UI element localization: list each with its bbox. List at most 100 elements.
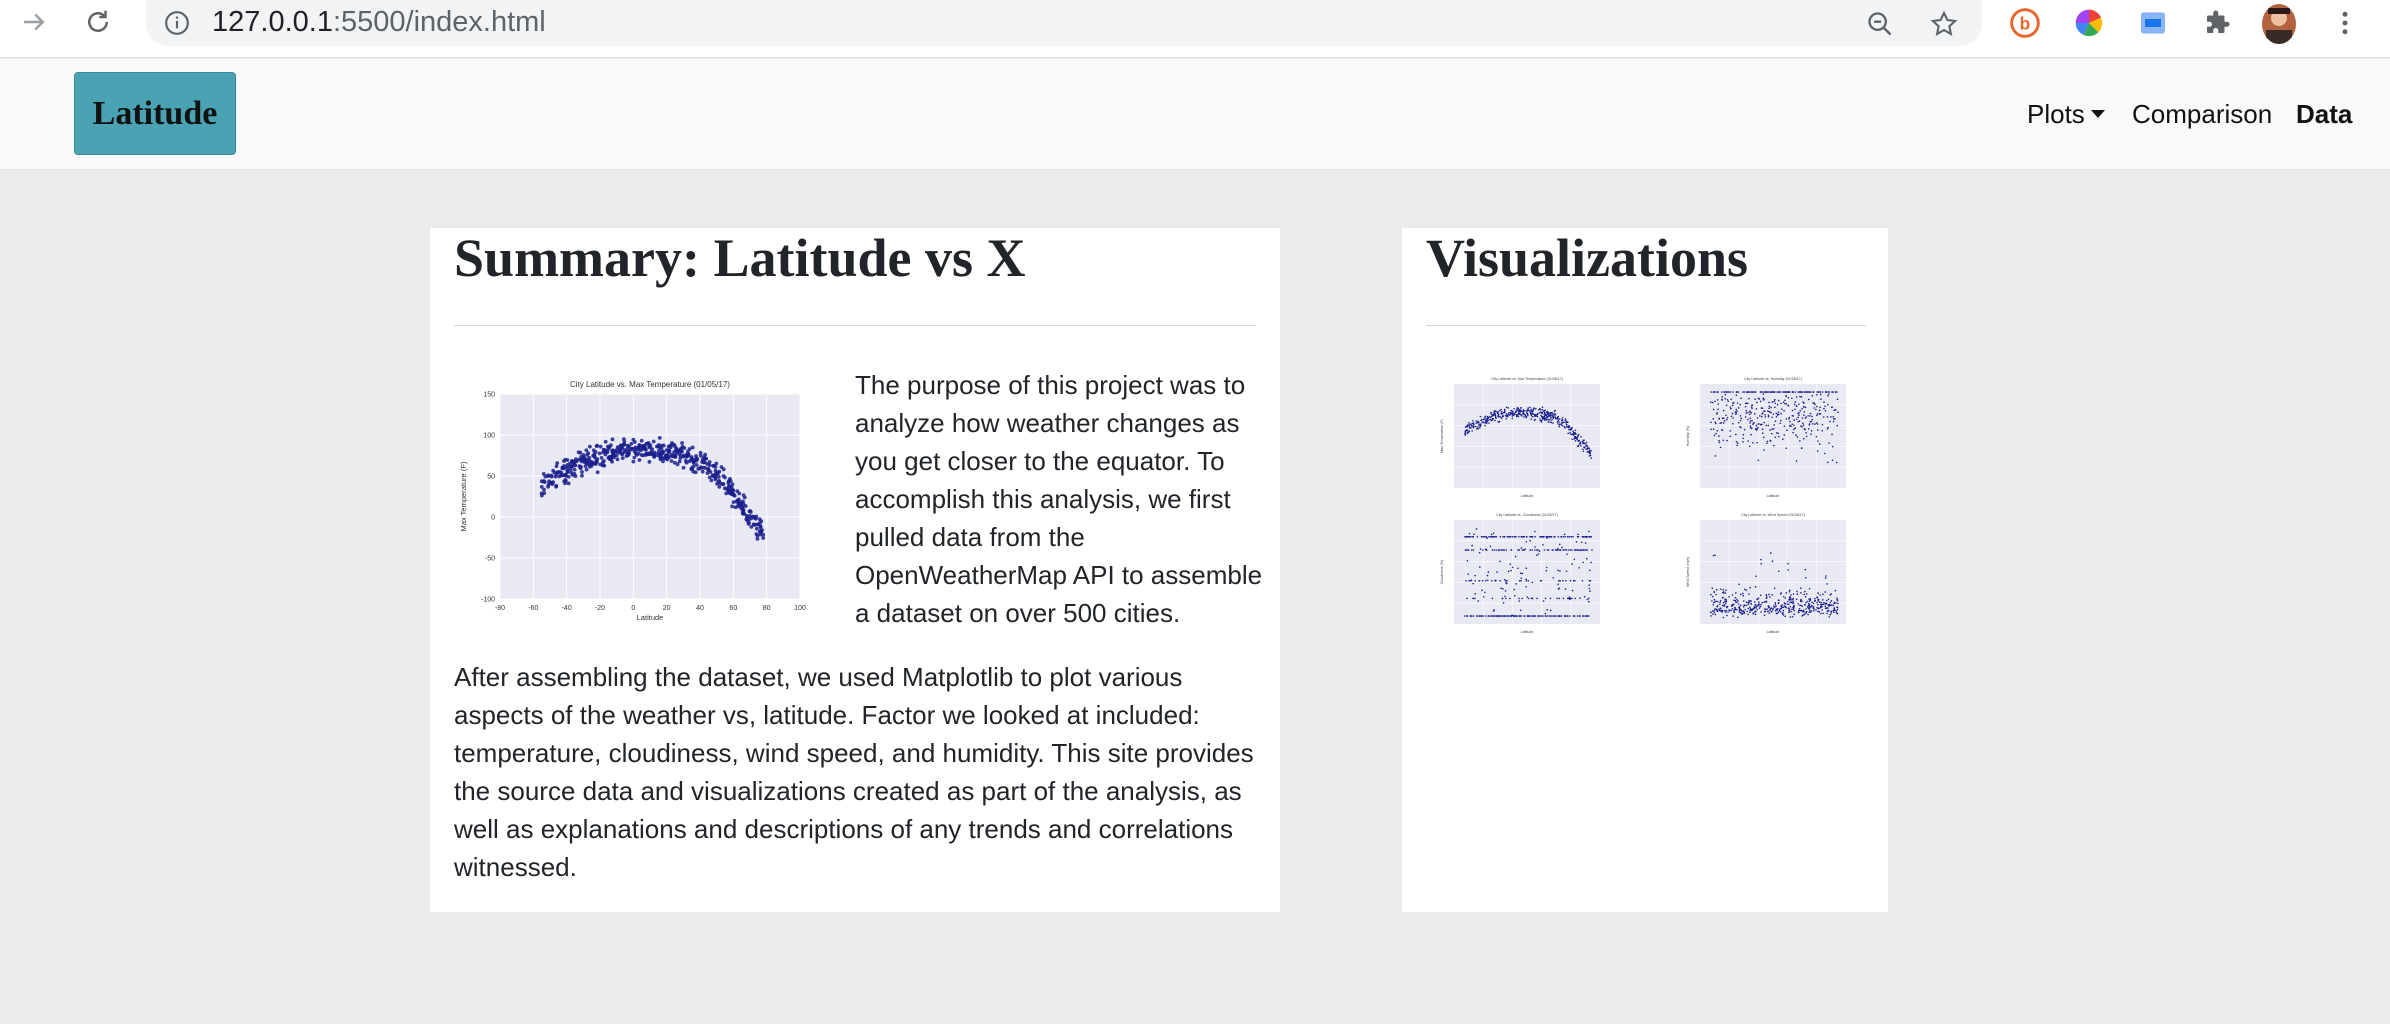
thumb-data-point <box>1532 615 1534 617</box>
thumb-data-point <box>1777 432 1779 435</box>
data-point <box>587 444 592 449</box>
thumb-data-point <box>1726 416 1729 419</box>
thumb-data-point <box>1472 549 1475 551</box>
thumb-data-point <box>1509 597 1511 600</box>
thumb-data-point <box>1734 596 1737 599</box>
thumb-data-point <box>1545 569 1548 572</box>
thumb-data-point <box>1529 615 1532 617</box>
thumb-data-point <box>1536 415 1539 418</box>
nav-plots-dropdown[interactable]: Plots <box>2027 99 2105 129</box>
thumb-data-point <box>1777 399 1780 402</box>
data-point <box>677 459 682 464</box>
thumb-data-point <box>1574 440 1577 442</box>
thumb-data-point <box>1470 424 1473 427</box>
thumbnail-humidity-plot[interactable]: City Latitude vs. Humidity (01/05/17) Lat… <box>1682 372 1852 502</box>
thumb-data-point <box>1710 391 1712 393</box>
data-point <box>657 435 662 440</box>
data-point <box>717 485 722 489</box>
docs-extension-icon[interactable] <box>2134 4 2172 42</box>
thumb-data-point <box>1742 600 1745 602</box>
thumb-data-point <box>1729 406 1732 408</box>
thumb-data-point <box>1746 610 1748 613</box>
thumb-data-point <box>1763 601 1766 603</box>
thumb-data-point <box>1564 421 1566 424</box>
thumb-data-point <box>1765 594 1768 597</box>
thumb-data-point <box>1804 417 1807 419</box>
thumb-data-point <box>1740 417 1743 420</box>
thumb-data-point <box>1752 442 1754 444</box>
puzzle-extensions-icon[interactable] <box>2198 4 2236 42</box>
thumb-data-point <box>1749 611 1751 614</box>
thumb-data-point <box>1491 413 1493 416</box>
thumb-data-point <box>1494 580 1497 582</box>
bookmark-star-icon[interactable] <box>1926 6 1962 42</box>
thumb-data-point <box>1761 412 1764 414</box>
forward-arrow-icon[interactable] <box>14 0 54 44</box>
thumb-data-point <box>1798 420 1801 422</box>
thumb-data-point <box>1726 614 1728 617</box>
thumb-data-point <box>1758 603 1760 606</box>
thumb-data-point <box>1792 597 1795 600</box>
thumb-data-point <box>1777 570 1780 573</box>
thumb-data-point <box>1523 416 1525 418</box>
thumb-data-point <box>1521 549 1524 551</box>
thumb-data-point <box>1829 594 1832 596</box>
thumb-data-point <box>1747 607 1750 610</box>
thumb-data-point <box>1712 613 1714 615</box>
data-point <box>617 445 622 450</box>
data-point <box>546 474 550 479</box>
thumb-data-point <box>1550 417 1552 419</box>
brand-logo-button[interactable]: Latitude <box>74 72 236 155</box>
data-point <box>651 439 656 444</box>
address-bar[interactable]: 127.0.0.1:5500/index.html <box>146 0 1982 46</box>
profile-avatar[interactable] <box>2262 4 2296 44</box>
thumb-data-point <box>1775 416 1778 418</box>
nav-comparison-link[interactable]: Comparison <box>2132 99 2272 129</box>
data-point <box>668 445 673 450</box>
reload-icon[interactable] <box>78 0 118 44</box>
zoom-out-icon[interactable] <box>1862 6 1898 42</box>
thumb-data-point <box>1719 446 1722 449</box>
thumb-data-point <box>1715 593 1717 596</box>
thumb-data-point <box>1761 428 1764 431</box>
summary-intro-text: The purpose of this project was to analy… <box>855 370 1263 628</box>
thumbnail-cloudiness-plot[interactable]: City Latitude vs. Cloudiness (01/05/17) L… <box>1436 508 1606 638</box>
site-info-icon[interactable] <box>164 10 190 36</box>
thumb-data-point <box>1722 616 1725 619</box>
thumb-data-point <box>1832 416 1835 418</box>
nav-data-link[interactable]: Data <box>2296 99 2352 129</box>
visualizations-panel: Visualizations City Latitude vs. Max Tem… <box>1402 228 1888 912</box>
thumb-data-point <box>1497 410 1500 413</box>
thumb-data-point <box>1802 614 1804 616</box>
thumb-data-point <box>1505 413 1508 415</box>
thumb-data-point <box>1478 551 1481 554</box>
thumb-data-point <box>1780 419 1782 422</box>
thumbnail-wind-speed-plot[interactable]: City Latitude vs. Wind Speed (01/05/17) L… <box>1682 508 1852 638</box>
data-point <box>559 470 564 475</box>
extension-b-icon[interactable]: b <box>2006 4 2044 42</box>
thumb-data-point <box>1736 410 1738 413</box>
url-text[interactable]: 127.0.0.1:5500/index.html <box>212 5 546 39</box>
thumb-data-point <box>1536 549 1538 551</box>
thumb-data-point <box>1807 613 1809 616</box>
thumb-data-point <box>1543 549 1546 551</box>
thumb-data-point <box>1724 592 1727 594</box>
thumb-data-point <box>1827 393 1830 395</box>
thumb-data-point <box>1836 597 1838 599</box>
thumb-data-point <box>1773 398 1776 401</box>
thumb-data-point <box>1761 391 1764 393</box>
thumb-data-point <box>1774 436 1777 439</box>
color-wheel-icon[interactable] <box>2070 4 2108 42</box>
thumb-data-point <box>1718 608 1720 611</box>
menu-dots-icon[interactable] <box>2326 4 2364 42</box>
thumb-data-point <box>1793 604 1795 607</box>
data-point <box>741 508 746 513</box>
thumb-data-point <box>1710 611 1712 614</box>
thumb-data-point <box>1809 415 1811 417</box>
thumb-data-point <box>1530 418 1533 420</box>
latitude-vs-temperature-plot: -80 -60 -40 -20 0 20 40 60 80 100 150 100 50 0 -50 -100… <box>459 380 806 622</box>
thumb-data-point <box>1468 430 1471 433</box>
thumb-data-point <box>1789 616 1792 618</box>
thumbnail-temperature-plot[interactable]: City Latitude vs. Max Temperature (01/05… <box>1436 372 1606 502</box>
thumb-data-point <box>1762 393 1765 395</box>
